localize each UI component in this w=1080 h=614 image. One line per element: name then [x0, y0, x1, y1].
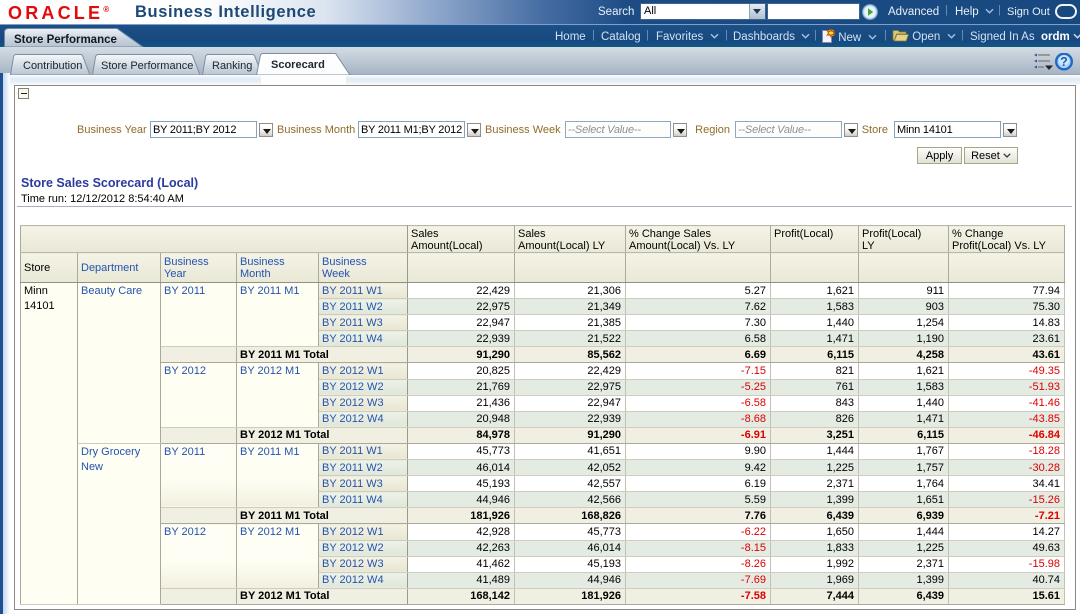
svg-text:?: ? — [1060, 55, 1068, 69]
